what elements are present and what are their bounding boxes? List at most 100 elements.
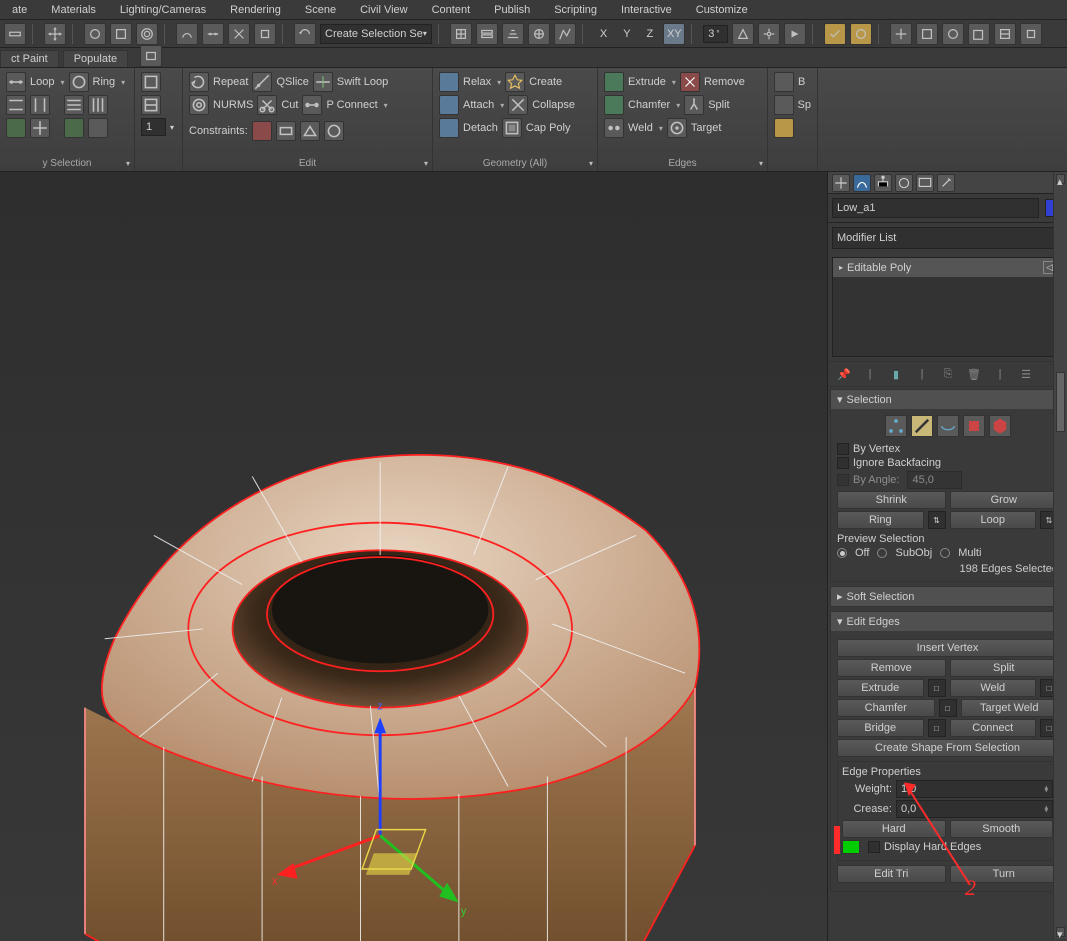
viewport[interactable]: x z y xyxy=(0,172,827,941)
constraint-icon[interactable] xyxy=(300,121,320,141)
axis-xy[interactable]: XY xyxy=(663,23,685,45)
menu-item[interactable]: Rendering xyxy=(218,2,293,18)
chamfer-button[interactable]: Chamfer▾ xyxy=(604,95,680,115)
ribbon-icon[interactable] xyxy=(141,72,161,92)
weld-button[interactable]: Weld▾ xyxy=(604,118,663,138)
toolbar-icon[interactable] xyxy=(890,23,912,45)
make-unique-icon[interactable]: ⎘ xyxy=(940,366,956,382)
remove-button[interactable]: Remove xyxy=(680,72,745,92)
pconnect-button[interactable]: P Connect▾ xyxy=(302,95,387,115)
loop-icon[interactable] xyxy=(64,118,84,138)
border-subobj-icon[interactable] xyxy=(937,415,959,437)
toolbar-icon[interactable] xyxy=(176,23,198,45)
subobj-radio[interactable] xyxy=(877,548,887,558)
split-button[interactable]: Split xyxy=(950,659,1059,677)
polygon-subobj-icon[interactable] xyxy=(963,415,985,437)
modify-tab-icon[interactable] xyxy=(853,174,871,192)
display-tab-icon[interactable] xyxy=(916,174,934,192)
insert-vertex-button[interactable]: Insert Vertex xyxy=(837,639,1058,657)
spinner[interactable]: 1 xyxy=(141,118,166,136)
detach-button[interactable]: Detach xyxy=(439,118,498,138)
show-end-result-icon[interactable]: ▮ xyxy=(888,366,904,382)
hierarchy-tab-icon[interactable] xyxy=(874,174,892,192)
ribbon-icon[interactable] xyxy=(774,118,794,138)
loop-button[interactable]: Loop▾ xyxy=(6,72,65,92)
toolbar-icon[interactable] xyxy=(850,23,872,45)
ring-spinner[interactable]: ⇅ xyxy=(928,511,946,529)
menu-item[interactable]: Civil View xyxy=(348,2,419,18)
motion-tab-icon[interactable] xyxy=(895,174,913,192)
rollout-header[interactable]: ▸Soft Selection⣿ xyxy=(831,587,1064,606)
element-subobj-icon[interactable] xyxy=(989,415,1011,437)
extrude-button[interactable]: Extrude▾ xyxy=(604,72,676,92)
grow-button[interactable]: Grow xyxy=(950,491,1059,509)
modifier-stack-item[interactable]: ▸Editable Poly ◁ xyxy=(833,258,1062,278)
shrink-button[interactable]: Shrink xyxy=(837,491,946,509)
menu-item[interactable]: Content xyxy=(420,2,483,18)
axis-y[interactable]: Y xyxy=(617,28,636,40)
create-button[interactable]: Create xyxy=(505,72,562,92)
toolbar-icon[interactable] xyxy=(554,23,576,45)
toolbar-icon[interactable] xyxy=(758,23,780,45)
qslice-button[interactable]: QSlice xyxy=(252,72,308,92)
toolbar-icon[interactable] xyxy=(254,23,276,45)
repeat-button[interactable]: Repeat xyxy=(189,72,248,92)
extrude-button[interactable]: Extrude xyxy=(837,679,924,697)
toolbar-icon[interactable] xyxy=(916,23,938,45)
menu-item[interactable]: Materials xyxy=(39,2,108,18)
modifier-list-dropdown[interactable]: Modifier List▾ xyxy=(832,227,1063,249)
ribbon-icon[interactable] xyxy=(774,95,794,115)
cut-button[interactable]: Cut xyxy=(257,95,298,115)
toolbar-icon[interactable] xyxy=(450,23,472,45)
nurms-button[interactable]: NURMS xyxy=(189,95,253,115)
loop-icon[interactable] xyxy=(30,95,50,115)
constraint-icon[interactable] xyxy=(324,121,344,141)
tab[interactable]: ct Paint xyxy=(0,50,59,67)
hard-edge-color-swatch[interactable] xyxy=(842,840,860,854)
loop-icon[interactable] xyxy=(6,118,26,138)
modifier-stack[interactable]: ▸Editable Poly ◁ xyxy=(832,257,1063,357)
ribbon-icon[interactable] xyxy=(774,72,794,92)
menu-item[interactable]: Interactive xyxy=(609,2,684,18)
constraint-icon[interactable] xyxy=(252,121,272,141)
ribbon-icon[interactable] xyxy=(141,95,161,115)
toolbar-icon[interactable] xyxy=(784,23,806,45)
menu-item[interactable]: Lighting/Cameras xyxy=(108,2,218,18)
toolbar-icon[interactable] xyxy=(84,23,106,45)
ring-button[interactable]: Ring xyxy=(837,511,924,529)
configure-sets-icon[interactable]: ☰ xyxy=(1018,366,1034,382)
toolbar-icon[interactable] xyxy=(228,23,250,45)
menu-item[interactable]: ate xyxy=(0,2,39,18)
weld-button[interactable]: Weld xyxy=(950,679,1037,697)
relax-button[interactable]: Relax▾ xyxy=(439,72,501,92)
attach-button[interactable]: Attach▾ xyxy=(439,95,504,115)
toolbar-icon[interactable] xyxy=(528,23,550,45)
toolbar-icon[interactable] xyxy=(4,23,26,45)
selection-set-combo[interactable]: Create Selection Se▾ xyxy=(320,24,432,44)
create-tab-icon[interactable] xyxy=(832,174,850,192)
toolbar-icon[interactable] xyxy=(732,23,754,45)
target-weld-button[interactable]: Target Weld xyxy=(961,699,1059,717)
by-angle-checkbox[interactable]: By Angle: 45,0 xyxy=(837,471,1058,489)
toolbar-icon[interactable] xyxy=(942,23,964,45)
angle-spinner[interactable]: 3° xyxy=(703,25,728,43)
rollout-header[interactable]: ▾Selection⣿ xyxy=(831,390,1064,409)
menu-item[interactable]: Customize xyxy=(684,2,760,18)
menu-item[interactable]: Scripting xyxy=(542,2,609,18)
utilities-tab-icon[interactable] xyxy=(937,174,955,192)
ring-button[interactable]: Ring▾ xyxy=(69,72,126,92)
axis-z[interactable]: Z xyxy=(641,28,660,40)
loop-button[interactable]: Loop xyxy=(950,511,1037,529)
object-name-field[interactable]: Low_a1 xyxy=(832,198,1039,218)
toolbar-icon[interactable] xyxy=(476,23,498,45)
toolbar-icon[interactable] xyxy=(110,23,132,45)
swiftloop-button[interactable]: Swift Loop xyxy=(313,72,388,92)
menu-item[interactable]: Scene xyxy=(293,2,348,18)
create-shape-button[interactable]: Create Shape From Selection xyxy=(837,739,1058,757)
pin-stack-icon[interactable]: 📌 xyxy=(836,366,852,382)
tab[interactable]: Populate xyxy=(63,50,128,67)
ignore-backfacing-checkbox[interactable]: Ignore Backfacing xyxy=(837,457,1058,469)
loop-icon[interactable] xyxy=(30,118,50,138)
loop-icon[interactable] xyxy=(88,118,108,138)
edge-subobj-icon[interactable] xyxy=(911,415,933,437)
